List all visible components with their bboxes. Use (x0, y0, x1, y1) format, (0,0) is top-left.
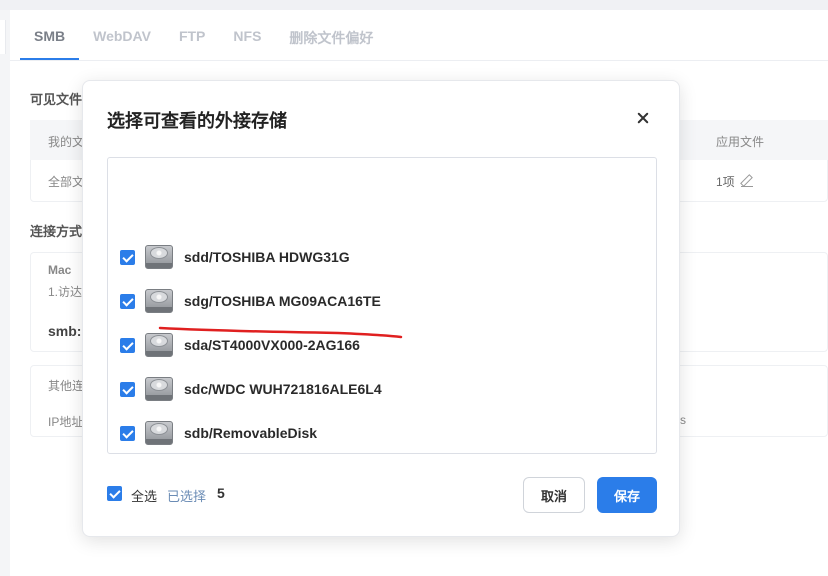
checkbox-checked[interactable] (120, 381, 135, 397)
disk-label: sdb/RemovableDisk (184, 425, 318, 441)
dialog-title: 选择可查看的外接存储 (107, 111, 287, 131)
select-all-label[interactable]: 全选 (131, 486, 157, 505)
checkbox-checked[interactable] (120, 425, 135, 441)
section-title-connection: 连接方式 (30, 224, 83, 239)
select-all-checkbox[interactable] (107, 486, 122, 501)
mac-card-smb-address: smb: (48, 323, 82, 339)
table-cell: 1项 (716, 173, 753, 190)
other-card-title: 其他连 (48, 379, 85, 393)
checkbox-checked[interactable] (120, 337, 135, 353)
tabs-divider (10, 60, 828, 61)
selected-count: 5 (217, 485, 225, 501)
disk-item[interactable]: sdg/TOSHIBA MG09ACA16TE (120, 286, 381, 316)
table-cell: 全部文 (48, 175, 85, 189)
cancel-button[interactable]: 取消 (523, 477, 585, 513)
tab-webdav[interactable]: WebDAV (79, 20, 165, 60)
disk-label: sdg/TOSHIBA MG09ACA16TE (184, 293, 381, 309)
hard-drive-icon (145, 419, 173, 447)
section-title-visible-files: 可见文件 (30, 92, 83, 107)
protocol-tabs: SMB WebDAV FTP NFS 删除文件偏好 (20, 20, 387, 60)
red-underline-annotation (158, 326, 403, 339)
disk-item[interactable]: sdb/RemovableDisk (120, 418, 317, 448)
tab-ftp[interactable]: FTP (165, 20, 219, 60)
edit-icon[interactable] (740, 175, 753, 187)
table-header-cell: 我的文 (48, 135, 85, 149)
tab-delete-file-preferences[interactable]: 删除文件偏好 (275, 20, 387, 60)
disk-item[interactable]: sdc/WDC WUH721816ALE6L4 (120, 374, 382, 404)
left-panel-edge (0, 20, 6, 54)
checkbox-checked[interactable] (120, 249, 135, 265)
app-file-count: 1项 (716, 175, 735, 189)
disk-list: sdd/TOSHIBA HDWG31G sdg/TOSHIBA MG09ACA1… (107, 157, 657, 454)
external-storage-dialog: 选择可查看的外接存储 sdd/TOSHIBA HDWG31G sdg/TOSHI… (82, 80, 680, 537)
hard-drive-icon (145, 243, 173, 271)
other-card-tail: s (680, 413, 686, 427)
tab-smb[interactable]: SMB (20, 20, 80, 60)
close-icon[interactable] (633, 109, 653, 129)
mac-card-title: Mac (48, 263, 72, 277)
disk-item[interactable]: sdd/TOSHIBA HDWG31G (120, 242, 350, 272)
top-strip (0, 0, 828, 10)
disk-label: sdc/WDC WUH721816ALE6L4 (184, 381, 382, 397)
save-button[interactable]: 保存 (597, 477, 657, 513)
disk-label: sdd/TOSHIBA HDWG31G (184, 249, 350, 265)
checkbox-checked[interactable] (120, 293, 135, 309)
hard-drive-icon (145, 375, 173, 403)
tab-nfs[interactable]: NFS (219, 20, 275, 60)
table-header-cell: 应用文件 (716, 135, 765, 149)
hard-drive-icon (145, 287, 173, 315)
mac-card-line: 1.访达 (48, 285, 83, 299)
other-card-ip-label: IP地址 (48, 415, 84, 429)
selected-label: 已选择 (167, 489, 207, 504)
